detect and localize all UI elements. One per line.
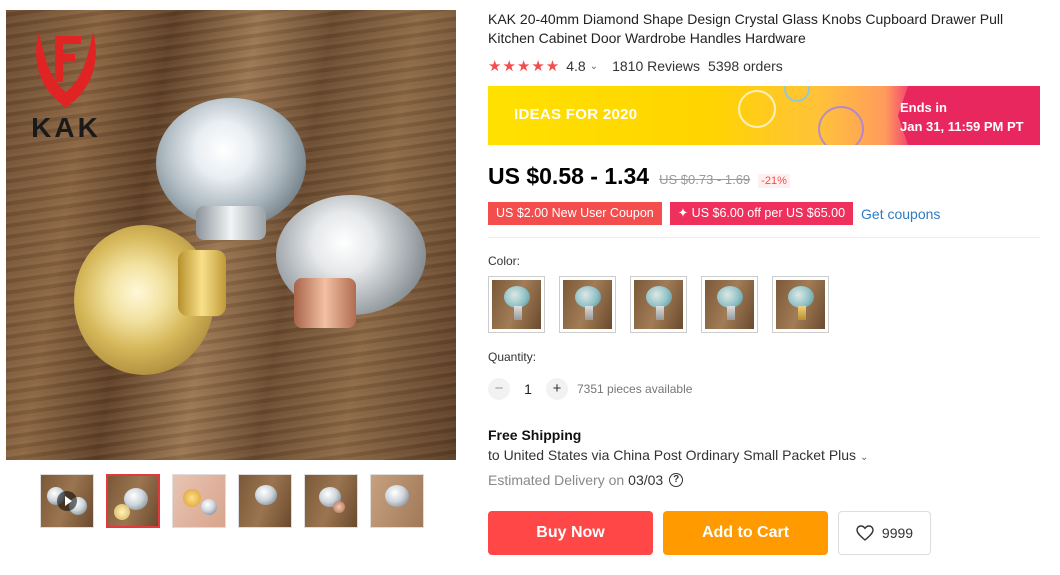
color-swatch-5[interactable]	[772, 276, 829, 333]
wishlist-button[interactable]: 9999	[838, 511, 931, 555]
add-to-cart-button[interactable]: Add to Cart	[663, 511, 828, 555]
thumbnail-4[interactable]	[238, 474, 292, 528]
shipping-route-text: to United States via China Post Ordinary…	[488, 447, 857, 463]
thumbnail-6[interactable]	[370, 474, 424, 528]
chevron-down-icon[interactable]: ⌄	[590, 61, 598, 72]
brand-name: KAK	[31, 112, 101, 143]
action-buttons: Buy Now Add to Cart 9999	[488, 511, 1040, 555]
product-gallery: KAK	[6, 10, 456, 528]
product-title: KAK 20-40mm Diamond Shape Design Crystal…	[488, 11, 1004, 46]
color-swatch-3[interactable]	[630, 276, 687, 333]
star-rating-icon: ★★★★★	[488, 58, 561, 75]
coupon-row: US $2.00 New User Coupon ✦ US $6.00 off …	[488, 202, 1040, 225]
store-coupon[interactable]: ✦ US $6.00 off per US $65.00	[669, 202, 854, 225]
decor-bubble	[784, 86, 810, 102]
heart-icon	[856, 525, 874, 541]
shipping-route[interactable]: to United States via China Post Ordinary…	[488, 447, 1040, 463]
color-swatches	[488, 276, 1040, 333]
play-icon	[57, 491, 77, 511]
decor-bubble	[818, 106, 864, 145]
discount-badge: -21%	[758, 174, 790, 188]
main-product-image[interactable]: KAK	[6, 10, 456, 460]
delivery-date: 03/03	[628, 472, 664, 488]
thumbnail-video[interactable]	[40, 474, 94, 528]
color-swatch-2[interactable]	[559, 276, 616, 333]
knob-base-gold	[178, 250, 226, 316]
brand-logo: KAK	[20, 22, 112, 144]
rating-row: ★★★★★ 4.8 ⌄ 1810 Reviews 5398 orders	[488, 57, 1040, 75]
current-price: US $0.58 - 1.34	[488, 163, 650, 189]
wishlist-count: 9999	[881, 525, 914, 541]
logo-mark-icon	[31, 22, 101, 108]
quantity-decrease-button[interactable]: −	[488, 378, 510, 400]
estimated-delivery: Estimated Delivery on 03/03 ?	[488, 472, 1040, 488]
help-icon[interactable]: ?	[669, 473, 684, 487]
thumbnail-3[interactable]	[172, 474, 226, 528]
color-swatch-4[interactable]	[701, 276, 758, 333]
promo-ends-label: Ends in	[900, 100, 947, 115]
buy-now-button[interactable]: Buy Now	[488, 511, 653, 555]
section-divider	[488, 237, 1040, 238]
shipping-title: Free Shipping	[488, 427, 582, 443]
decor-bubble	[738, 90, 776, 128]
delivery-label: Estimated Delivery on	[488, 472, 625, 488]
get-coupons-link[interactable]: Get coupons	[861, 206, 940, 222]
chevron-down-icon: ⌄	[859, 452, 869, 463]
promo-campaign-title: IDEAS FOR 2020	[514, 106, 638, 123]
quantity-stepper: − 1 + 7351 pieces available	[488, 378, 1040, 400]
price-row: US $0.58 - 1.34 US $0.73 - 1.69 -21%	[488, 163, 1040, 190]
thumbnail-5[interactable]	[304, 474, 358, 528]
stock-available: 7351 pieces available	[577, 382, 693, 396]
color-label: Color:	[488, 254, 521, 268]
knob-base-rose	[294, 278, 356, 328]
knob-base-silver	[196, 206, 266, 240]
quantity-input[interactable]: 1	[510, 381, 546, 397]
color-swatch-1[interactable]	[488, 276, 545, 333]
quantity-increase-button[interactable]: +	[546, 378, 568, 400]
thumbnail-2[interactable]	[106, 474, 160, 528]
orders-count: 5398 orders	[708, 58, 783, 74]
quantity-label: Quantity:	[488, 350, 537, 364]
reviews-link[interactable]: 1810 Reviews	[612, 58, 700, 74]
thumbnail-strip	[6, 474, 456, 528]
product-info-panel: KAK 20-40mm Diamond Shape Design Crystal…	[488, 10, 1040, 555]
original-price: US $0.73 - 1.69	[659, 172, 751, 187]
new-user-coupon[interactable]: US $2.00 New User Coupon	[488, 202, 662, 225]
promo-banner[interactable]: IDEAS FOR 2020 Ends in Jan 31, 11:59 PM …	[488, 86, 1040, 145]
promo-ends-time: Jan 31, 11:59 PM PT	[900, 119, 1024, 134]
rating-value: 4.8	[566, 58, 586, 74]
promo-countdown: Ends in Jan 31, 11:59 PM PT	[900, 98, 1024, 136]
